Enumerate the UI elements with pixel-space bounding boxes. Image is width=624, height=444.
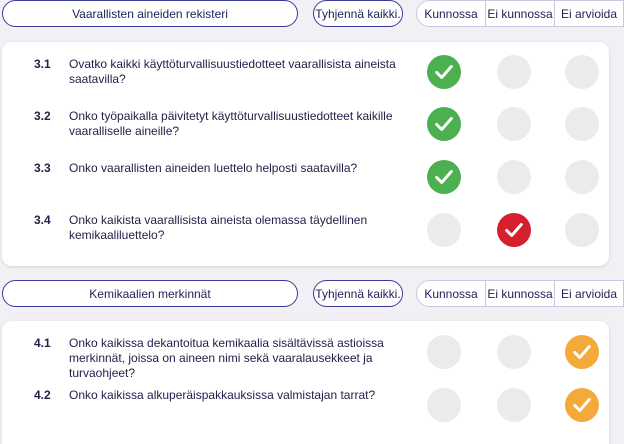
question-text: Ovatko kaikki käyttöturvallisuustiedotte… bbox=[69, 57, 396, 86]
question-number: 3.2 bbox=[34, 109, 51, 123]
status-header-na: Ei arvioida bbox=[554, 281, 623, 306]
question-number: 3.1 bbox=[34, 57, 51, 71]
answer-na-radio[interactable] bbox=[565, 107, 599, 141]
answer-na-radio[interactable] bbox=[565, 213, 599, 247]
status-header: Kunnossa Ei kunnossa Ei arvioida bbox=[416, 280, 624, 307]
answer-ok-radio[interactable] bbox=[427, 213, 461, 247]
status-header: Kunnossa Ei kunnossa Ei arvioida bbox=[416, 0, 624, 27]
answer-na-radio[interactable] bbox=[565, 55, 599, 89]
question-text: Onko työpaikalla päivitetyt käyttöturval… bbox=[69, 109, 393, 138]
answer-ok-radio[interactable] bbox=[427, 55, 461, 89]
checkmark-icon bbox=[573, 345, 591, 359]
status-header-not-ok: Ei kunnossa bbox=[485, 281, 554, 306]
status-header-ok: Kunnossa bbox=[424, 6, 478, 21]
answer-not-ok-radio[interactable] bbox=[497, 388, 531, 422]
answer-not-ok-radio[interactable] bbox=[497, 213, 531, 247]
answer-not-ok-radio[interactable] bbox=[497, 160, 531, 194]
checkmark-icon bbox=[435, 117, 453, 131]
section-header-3: Vaarallisten aineiden rekisteri Tyhjennä… bbox=[0, 0, 624, 30]
question-number: 4.2 bbox=[34, 388, 51, 402]
answer-ok-radio[interactable] bbox=[427, 160, 461, 194]
answer-not-ok-radio[interactable] bbox=[497, 55, 531, 89]
category-button-hazardous-register[interactable]: Vaarallisten aineiden rekisteri bbox=[2, 0, 298, 27]
status-header-na: Ei arvioida bbox=[554, 1, 623, 26]
question-number: 4.1 bbox=[34, 336, 51, 350]
checkmark-icon bbox=[505, 223, 523, 237]
answer-ok-radio[interactable] bbox=[427, 107, 461, 141]
checkmark-icon bbox=[435, 170, 453, 184]
answer-na-radio[interactable] bbox=[565, 335, 599, 369]
section-header-4: Kemikaalien merkinnät Tyhjennä kaikki. K… bbox=[0, 280, 624, 310]
question-number: 3.3 bbox=[34, 161, 51, 175]
checkmark-icon bbox=[435, 65, 453, 79]
question-text: Onko vaarallisten aineiden luettelo help… bbox=[69, 161, 358, 175]
status-header-not-ok: Ei kunnossa bbox=[485, 1, 554, 26]
answer-not-ok-radio[interactable] bbox=[497, 335, 531, 369]
clear-all-button[interactable]: Tyhjennä kaikki. bbox=[313, 280, 403, 307]
answer-ok-radio[interactable] bbox=[427, 335, 461, 369]
status-header-ok: Kunnossa bbox=[424, 286, 478, 301]
answer-not-ok-radio[interactable] bbox=[497, 107, 531, 141]
category-button-chemical-labels[interactable]: Kemikaalien merkinnät bbox=[2, 280, 298, 307]
answer-na-radio[interactable] bbox=[565, 388, 599, 422]
question-text: Onko kaikissa alkuperäispakkauksissa val… bbox=[69, 388, 376, 402]
question-text: Onko kaikista vaarallisista aineista ole… bbox=[69, 213, 368, 242]
answer-ok-radio[interactable] bbox=[427, 388, 461, 422]
question-text: Onko kaikissa dekantoitua kemikaalia sis… bbox=[69, 336, 384, 380]
answer-na-radio[interactable] bbox=[565, 160, 599, 194]
question-number: 3.4 bbox=[34, 213, 51, 227]
checkmark-icon bbox=[573, 398, 591, 412]
clear-all-button[interactable]: Tyhjennä kaikki. bbox=[313, 0, 403, 27]
